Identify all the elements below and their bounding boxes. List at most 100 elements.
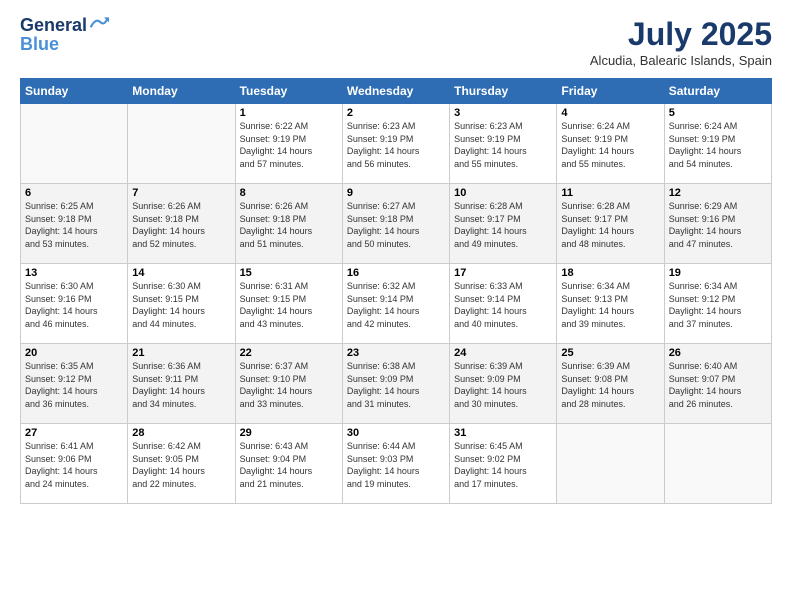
calendar-cell: 28Sunrise: 6:42 AM Sunset: 9:05 PM Dayli… — [128, 424, 235, 504]
calendar-cell: 8Sunrise: 6:26 AM Sunset: 9:18 PM Daylig… — [235, 184, 342, 264]
day-number: 31 — [454, 427, 552, 439]
day-info: Sunrise: 6:29 AM Sunset: 9:16 PM Dayligh… — [669, 200, 767, 250]
calendar-cell: 27Sunrise: 6:41 AM Sunset: 9:06 PM Dayli… — [21, 424, 128, 504]
day-number: 16 — [347, 267, 445, 279]
day-info: Sunrise: 6:41 AM Sunset: 9:06 PM Dayligh… — [25, 440, 123, 490]
day-info: Sunrise: 6:26 AM Sunset: 9:18 PM Dayligh… — [132, 200, 230, 250]
header: General Blue July 2025 Alcudia, Balearic… — [20, 16, 772, 68]
day-info: Sunrise: 6:34 AM Sunset: 9:13 PM Dayligh… — [561, 280, 659, 330]
calendar-week-2: 6Sunrise: 6:25 AM Sunset: 9:18 PM Daylig… — [21, 184, 772, 264]
calendar-cell: 9Sunrise: 6:27 AM Sunset: 9:18 PM Daylig… — [342, 184, 449, 264]
calendar-cell: 13Sunrise: 6:30 AM Sunset: 9:16 PM Dayli… — [21, 264, 128, 344]
day-info: Sunrise: 6:24 AM Sunset: 9:19 PM Dayligh… — [561, 120, 659, 170]
day-number: 27 — [25, 427, 123, 439]
day-info: Sunrise: 6:39 AM Sunset: 9:09 PM Dayligh… — [454, 360, 552, 410]
calendar-cell — [21, 104, 128, 184]
day-number: 7 — [132, 187, 230, 199]
calendar-cell: 30Sunrise: 6:44 AM Sunset: 9:03 PM Dayli… — [342, 424, 449, 504]
calendar-week-3: 13Sunrise: 6:30 AM Sunset: 9:16 PM Dayli… — [21, 264, 772, 344]
day-number: 17 — [454, 267, 552, 279]
calendar-cell: 14Sunrise: 6:30 AM Sunset: 9:15 PM Dayli… — [128, 264, 235, 344]
day-info: Sunrise: 6:27 AM Sunset: 9:18 PM Dayligh… — [347, 200, 445, 250]
day-info: Sunrise: 6:33 AM Sunset: 9:14 PM Dayligh… — [454, 280, 552, 330]
day-info: Sunrise: 6:28 AM Sunset: 9:17 PM Dayligh… — [561, 200, 659, 250]
col-header-thursday: Thursday — [450, 79, 557, 104]
calendar-cell: 18Sunrise: 6:34 AM Sunset: 9:13 PM Dayli… — [557, 264, 664, 344]
calendar-cell: 7Sunrise: 6:26 AM Sunset: 9:18 PM Daylig… — [128, 184, 235, 264]
col-header-friday: Friday — [557, 79, 664, 104]
calendar-cell: 20Sunrise: 6:35 AM Sunset: 9:12 PM Dayli… — [21, 344, 128, 424]
calendar-cell: 23Sunrise: 6:38 AM Sunset: 9:09 PM Dayli… — [342, 344, 449, 424]
calendar-cell: 3Sunrise: 6:23 AM Sunset: 9:19 PM Daylig… — [450, 104, 557, 184]
calendar-cell: 11Sunrise: 6:28 AM Sunset: 9:17 PM Dayli… — [557, 184, 664, 264]
calendar-cell: 2Sunrise: 6:23 AM Sunset: 9:19 PM Daylig… — [342, 104, 449, 184]
day-info: Sunrise: 6:36 AM Sunset: 9:11 PM Dayligh… — [132, 360, 230, 410]
day-info: Sunrise: 6:23 AM Sunset: 9:19 PM Dayligh… — [347, 120, 445, 170]
day-number: 12 — [669, 187, 767, 199]
day-number: 2 — [347, 107, 445, 119]
day-number: 9 — [347, 187, 445, 199]
calendar: SundayMondayTuesdayWednesdayThursdayFrid… — [20, 78, 772, 504]
logo: General Blue — [20, 16, 109, 55]
calendar-week-4: 20Sunrise: 6:35 AM Sunset: 9:12 PM Dayli… — [21, 344, 772, 424]
day-info: Sunrise: 6:39 AM Sunset: 9:08 PM Dayligh… — [561, 360, 659, 410]
day-number: 14 — [132, 267, 230, 279]
day-info: Sunrise: 6:32 AM Sunset: 9:14 PM Dayligh… — [347, 280, 445, 330]
day-info: Sunrise: 6:31 AM Sunset: 9:15 PM Dayligh… — [240, 280, 338, 330]
calendar-cell: 31Sunrise: 6:45 AM Sunset: 9:02 PM Dayli… — [450, 424, 557, 504]
calendar-cell: 1Sunrise: 6:22 AM Sunset: 9:19 PM Daylig… — [235, 104, 342, 184]
logo-text: General — [20, 16, 87, 36]
calendar-cell: 26Sunrise: 6:40 AM Sunset: 9:07 PM Dayli… — [664, 344, 771, 424]
day-info: Sunrise: 6:43 AM Sunset: 9:04 PM Dayligh… — [240, 440, 338, 490]
col-header-saturday: Saturday — [664, 79, 771, 104]
calendar-cell: 29Sunrise: 6:43 AM Sunset: 9:04 PM Dayli… — [235, 424, 342, 504]
day-number: 20 — [25, 347, 123, 359]
calendar-cell: 5Sunrise: 6:24 AM Sunset: 9:19 PM Daylig… — [664, 104, 771, 184]
day-number: 29 — [240, 427, 338, 439]
calendar-week-1: 1Sunrise: 6:22 AM Sunset: 9:19 PM Daylig… — [21, 104, 772, 184]
day-number: 3 — [454, 107, 552, 119]
day-number: 22 — [240, 347, 338, 359]
day-info: Sunrise: 6:25 AM Sunset: 9:18 PM Dayligh… — [25, 200, 123, 250]
col-header-wednesday: Wednesday — [342, 79, 449, 104]
col-header-monday: Monday — [128, 79, 235, 104]
day-info: Sunrise: 6:37 AM Sunset: 9:10 PM Dayligh… — [240, 360, 338, 410]
day-info: Sunrise: 6:45 AM Sunset: 9:02 PM Dayligh… — [454, 440, 552, 490]
main-title: July 2025 — [590, 16, 772, 53]
day-info: Sunrise: 6:38 AM Sunset: 9:09 PM Dayligh… — [347, 360, 445, 410]
day-info: Sunrise: 6:30 AM Sunset: 9:16 PM Dayligh… — [25, 280, 123, 330]
day-number: 13 — [25, 267, 123, 279]
calendar-header-row: SundayMondayTuesdayWednesdayThursdayFrid… — [21, 79, 772, 104]
calendar-cell: 12Sunrise: 6:29 AM Sunset: 9:16 PM Dayli… — [664, 184, 771, 264]
page: General Blue July 2025 Alcudia, Balearic… — [0, 0, 792, 612]
day-number: 26 — [669, 347, 767, 359]
day-number: 23 — [347, 347, 445, 359]
day-number: 5 — [669, 107, 767, 119]
day-info: Sunrise: 6:35 AM Sunset: 9:12 PM Dayligh… — [25, 360, 123, 410]
calendar-cell: 24Sunrise: 6:39 AM Sunset: 9:09 PM Dayli… — [450, 344, 557, 424]
day-info: Sunrise: 6:40 AM Sunset: 9:07 PM Dayligh… — [669, 360, 767, 410]
day-info: Sunrise: 6:23 AM Sunset: 9:19 PM Dayligh… — [454, 120, 552, 170]
day-number: 25 — [561, 347, 659, 359]
col-header-sunday: Sunday — [21, 79, 128, 104]
day-number: 24 — [454, 347, 552, 359]
day-number: 19 — [669, 267, 767, 279]
day-number: 8 — [240, 187, 338, 199]
day-info: Sunrise: 6:44 AM Sunset: 9:03 PM Dayligh… — [347, 440, 445, 490]
day-number: 30 — [347, 427, 445, 439]
calendar-cell: 17Sunrise: 6:33 AM Sunset: 9:14 PM Dayli… — [450, 264, 557, 344]
day-number: 6 — [25, 187, 123, 199]
day-number: 10 — [454, 187, 552, 199]
calendar-cell: 16Sunrise: 6:32 AM Sunset: 9:14 PM Dayli… — [342, 264, 449, 344]
day-number: 4 — [561, 107, 659, 119]
day-info: Sunrise: 6:22 AM Sunset: 9:19 PM Dayligh… — [240, 120, 338, 170]
day-info: Sunrise: 6:30 AM Sunset: 9:15 PM Dayligh… — [132, 280, 230, 330]
calendar-cell — [557, 424, 664, 504]
day-number: 1 — [240, 107, 338, 119]
day-number: 21 — [132, 347, 230, 359]
day-info: Sunrise: 6:26 AM Sunset: 9:18 PM Dayligh… — [240, 200, 338, 250]
calendar-cell: 15Sunrise: 6:31 AM Sunset: 9:15 PM Dayli… — [235, 264, 342, 344]
calendar-cell: 10Sunrise: 6:28 AM Sunset: 9:17 PM Dayli… — [450, 184, 557, 264]
calendar-cell: 19Sunrise: 6:34 AM Sunset: 9:12 PM Dayli… — [664, 264, 771, 344]
day-info: Sunrise: 6:34 AM Sunset: 9:12 PM Dayligh… — [669, 280, 767, 330]
